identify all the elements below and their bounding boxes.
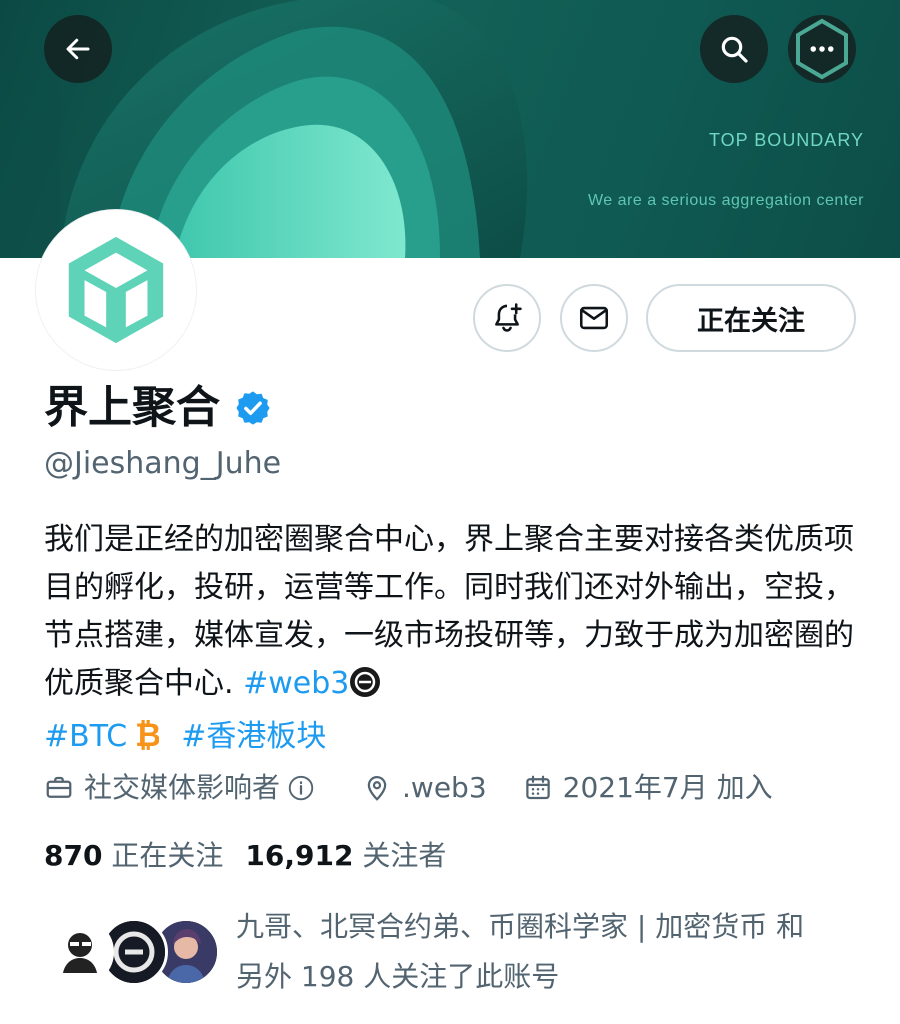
briefcase-icon [46,776,72,798]
bio-text: 我们是正经的加密圈聚合中心，界上聚合主要对接各类优质项目的孵化，投研，运营等工作… [44,522,854,701]
following-label: 正在关注 [111,839,224,872]
meta-joined: 2021年7月 加入 [523,766,773,810]
followers-label: 关注者 [362,839,447,872]
profile-avatar[interactable] [36,210,196,370]
profile-meta: 社交媒体影响者 .web3 2021年7月 加入 [44,766,809,810]
hashtag-web3[interactable]: #web3 [243,666,349,701]
brand-logo-icon [68,236,164,344]
hashtag-hk-sector[interactable]: #香港板块 [181,719,326,754]
following-button[interactable]: 正在关注 [646,284,856,352]
banner-tagline: We are a serious aggregation center [587,192,864,209]
search-icon [721,36,748,63]
meta-location: .web3 [362,766,487,810]
following-count: 870 [44,839,103,872]
search-button[interactable] [700,15,768,83]
display-name-text: 界上聚合 [44,382,220,433]
follower-avatar[interactable] [46,918,114,986]
profile-bio: 我们是正经的加密圈聚合中心，界上聚合主要对接各类优质项目的孵化，投研，运营等工作… [44,516,864,766]
calendar-icon [525,775,550,800]
meta-category: 社交媒体影响者 [44,766,326,810]
back-button[interactable] [44,15,112,83]
followers-stat[interactable]: 16,912 关注者 [245,839,446,872]
bell-plus-icon [495,303,522,332]
hashtag-btc[interactable]: #BTC [44,719,127,754]
notify-button[interactable] [473,284,541,352]
following-stat[interactable]: 870 正在关注 [44,839,223,872]
followers-you-know-line2: 另外 198 人关注了此账号 [236,960,560,993]
user-handle: @Jieshang_Juhe [44,446,282,481]
meta-joined-text: 2021年7月 加入 [562,771,773,804]
followers-you-know[interactable]: 九哥、北冥合约弟、币圈科学家 | 加密货币 和 另外 198 人关注了此账号 [236,902,866,1002]
location-pin-icon [367,776,387,801]
svg-text:₿: ₿ [135,717,159,751]
meta-location-text: .web3 [402,771,487,804]
verified-badge-icon[interactable] [234,389,272,427]
display-name: 界上聚合 [44,378,272,438]
more-button[interactable] [788,15,856,83]
banner-title: TOP BOUNDARY [708,130,864,150]
followers-count: 16,912 [245,839,354,872]
meta-category-text: 社交媒体影响者 [84,771,281,804]
followers-you-know-line1: 九哥、北冥合约弟、币圈科学家 | 加密货币 和 [236,910,805,943]
info-icon[interactable] [286,773,316,803]
web3-token-icon [349,665,381,713]
more-horizontal-icon [810,46,834,52]
arrow-left-icon [66,38,90,60]
bitcoin-icon: ₿ [133,716,161,766]
follow-stats: 870 正在关注 16,912 关注者 [44,834,446,878]
message-button[interactable] [560,284,628,352]
mail-icon [579,306,609,330]
